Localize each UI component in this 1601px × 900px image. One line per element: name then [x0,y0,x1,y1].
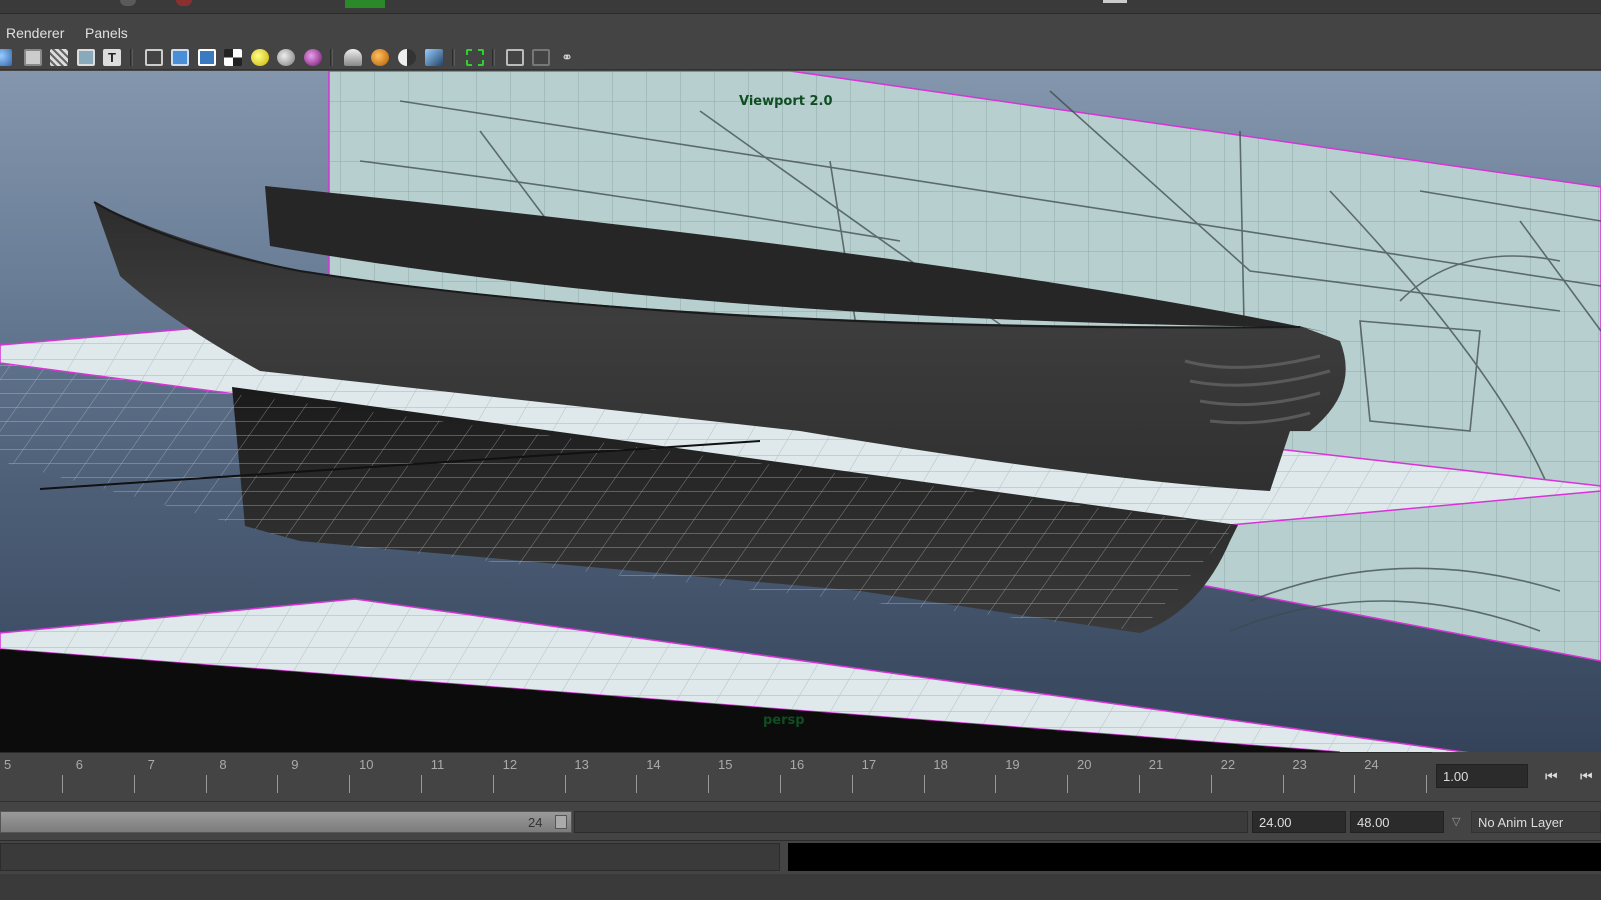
timeline-tick [1210,775,1212,793]
timeline-tick-label: 10 [359,757,374,772]
animation-end-field[interactable]: 24.00 [1252,811,1346,833]
current-time-field[interactable] [1436,764,1528,788]
timeline-tick-label: 16 [789,757,805,772]
timeline-tick [1139,775,1140,793]
camera-label: persp [763,713,805,728]
panel-toolbar: T ⚭ [0,44,1601,70]
timeline-tick-label: 11 [430,757,445,772]
timeline-tick [277,775,279,793]
renderer-label: Viewport 2.0 [739,94,833,109]
shaded-wireframe-cube-icon[interactable] [198,49,216,66]
checker-icon[interactable] [224,49,242,66]
range-slider-bar[interactable]: 24 [0,811,572,833]
timeline-tick-label: 24 [1364,757,1379,772]
timeline-tick-label: 7 [147,757,155,772]
panels-menu[interactable]: Panels [85,25,128,41]
range-bar-end-label: 24 [528,815,543,830]
timeline-tick-label: 14 [646,757,661,772]
shelf-icon[interactable] [176,0,192,6]
timeline-tick [492,775,494,793]
shelf-icon[interactable] [345,0,385,8]
toolbar-separator [330,49,333,66]
wireframe-cube-icon[interactable] [145,49,163,66]
timeline-tick-label: 15 [718,757,733,772]
command-input[interactable] [0,843,780,871]
timeline-tick-label: 22 [1220,757,1236,772]
timeline-tick-label: 8 [219,757,227,772]
timeline-tick [205,775,207,793]
timeline-tick [1282,775,1284,793]
timeline-tick-label: 9 [291,757,299,772]
default-light-icon[interactable] [277,49,295,66]
go-to-start-icon[interactable]: ⏮ [1545,768,1569,786]
shadow-icon[interactable] [344,49,362,66]
timeline-tick-label: 17 [861,757,877,772]
isolate-select-icon[interactable] [506,49,524,66]
shelf-strip [0,0,1601,14]
chevron-down-icon[interactable]: ▽ [1452,815,1460,828]
textured-sphere-icon[interactable] [371,49,389,66]
command-result [788,843,1601,871]
timeline-tick-label: 5 [4,757,12,772]
scene-render [0,71,1601,752]
shelf-icon[interactable] [120,0,136,6]
perspective-viewport[interactable]: Viewport 2.0 persp [0,71,1601,752]
timeline-tick [780,775,781,793]
text-icon[interactable]: T [103,49,121,66]
timeline-tick-label: 23 [1292,757,1307,772]
timeline-tick-label: 18 [933,757,948,772]
command-line [0,840,1601,874]
timeline-tick [564,775,566,793]
timeline-tick [421,775,422,793]
step-back-icon[interactable]: ⏮ [1580,768,1601,786]
timeline-tick-label: 6 [75,757,84,772]
timeline-tick [1426,775,1428,793]
timeline-tick [708,775,710,793]
timeline-tick [133,775,135,793]
timeline-tick [851,775,853,793]
select-camera-icon[interactable] [466,49,484,66]
timeline-tick [995,775,997,793]
smooth-shade-cube-icon[interactable] [171,49,189,66]
toolbar-separator [452,49,455,66]
toolbar-separator [492,49,495,66]
camera-icon[interactable] [0,49,12,66]
contrast-icon[interactable] [398,49,416,66]
light-bulb-icon[interactable] [251,49,269,66]
range-handle[interactable] [555,815,567,829]
timeline-tick-label: 19 [1005,757,1020,772]
image-plane-icon[interactable] [24,49,42,66]
timeline-tick [1067,775,1069,793]
toolbar-separator [130,49,133,66]
help-line [0,874,1601,900]
range-track[interactable] [574,811,1248,833]
xray-icon[interactable] [532,49,550,66]
panel-menu-bar: Renderer Panels [0,22,1601,44]
timeline-tick [1354,775,1356,793]
timeline-tick-label: 13 [574,757,589,772]
timeline-tick [62,775,63,793]
timeline-tick-label: 20 [1077,757,1092,772]
timeline-tick-label: 12 [502,757,518,772]
timeline-tick [349,775,351,793]
playback-end-field[interactable]: 48.00 [1350,811,1444,833]
range-slider: 24 24.00 48.00 ▽ No Anim Layer [0,801,1601,837]
timeline-tick [923,775,925,793]
node-graph-icon[interactable]: ⚭ [558,49,576,66]
shelf-icon[interactable] [1103,0,1127,3]
film-gate-icon[interactable] [77,49,95,66]
ambient-occlusion-icon[interactable] [425,49,443,66]
timeline-tick [636,775,638,793]
time-slider[interactable]: 5 6 7 8 9 10 11 12 13 14 15 16 17 18 19 20 21 22 23 24 [0,752,1432,794]
grid-icon[interactable] [50,49,68,66]
material-sphere-icon[interactable] [304,49,322,66]
timeline-tick-label: 21 [1148,757,1164,772]
anim-layer-field[interactable]: No Anim Layer [1471,811,1601,833]
renderer-menu[interactable]: Renderer [6,25,64,41]
